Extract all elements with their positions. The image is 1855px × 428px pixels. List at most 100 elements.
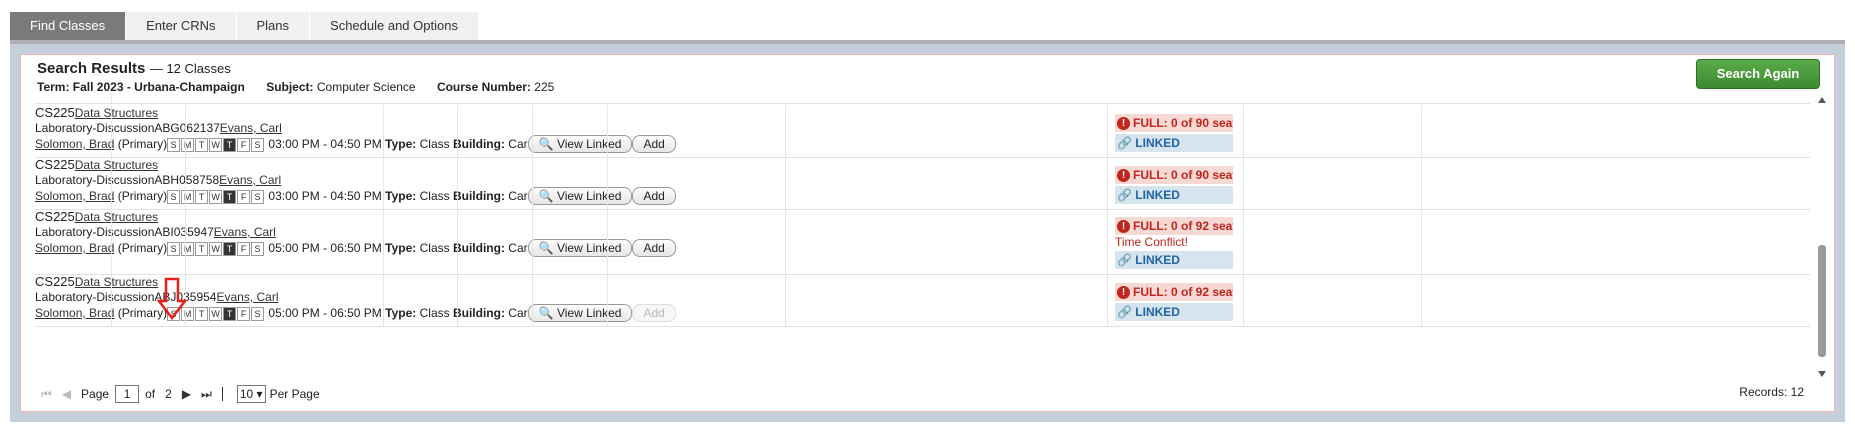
subject-cell: CS bbox=[35, 157, 54, 172]
instructor-link[interactable]: Solomon, Brad bbox=[35, 189, 114, 203]
day-box: T bbox=[223, 241, 237, 256]
results-table: CS225Data Structures Laboratory-Discussio… bbox=[35, 93, 1810, 379]
instructor-link[interactable]: Solomon, Brad bbox=[35, 306, 114, 320]
instructor-link[interactable]: Solomon, Brad bbox=[35, 241, 114, 255]
meeting-time: 03:00 PM - 04:50 PM bbox=[268, 137, 382, 151]
primary-label: (Primary) bbox=[117, 137, 168, 151]
full-status: !FULL: 0 of 90 seats... bbox=[1115, 114, 1233, 132]
add-button[interactable]: Add bbox=[632, 304, 676, 322]
building-value: Car bbox=[508, 137, 528, 151]
day-box: S bbox=[251, 241, 265, 256]
table-row: CS225Data Structures Laboratory-Discussio… bbox=[35, 209, 1810, 275]
search-again-button[interactable]: Search Again bbox=[1696, 59, 1820, 89]
linked-badge[interactable]: 🔗 LINKED bbox=[1115, 186, 1233, 204]
day-box: S bbox=[167, 241, 181, 256]
course-title-link[interactable]: Data Structures bbox=[75, 158, 158, 172]
building-value: Car bbox=[508, 306, 528, 320]
view-linked-button[interactable]: 🔍 View Linked bbox=[527, 135, 633, 153]
page-label: Page bbox=[81, 387, 110, 401]
day-box: T bbox=[195, 137, 209, 152]
day-box: S bbox=[251, 137, 265, 152]
instructor-link[interactable]: Evans, Carl bbox=[214, 225, 276, 239]
per-page-select[interactable]: 10 ▾ bbox=[236, 385, 266, 403]
schedule-type: Laboratory-Discussion bbox=[35, 121, 155, 135]
results-container: Search Results — 12 Classes Term: Fall 2… bbox=[20, 54, 1835, 412]
link-icon: 🔗 bbox=[1117, 253, 1132, 267]
table-row: CS225Data Structures Laboratory-Discussio… bbox=[35, 105, 1810, 158]
linked-badge[interactable]: 🔗 LINKED bbox=[1115, 251, 1233, 269]
day-box: M bbox=[181, 241, 195, 256]
view-linked-button[interactable]: 🔍 View Linked bbox=[527, 304, 633, 322]
course-title-link[interactable]: Data Structures bbox=[75, 275, 158, 289]
course-title-link[interactable]: Data Structures bbox=[75, 210, 158, 224]
day-box: S bbox=[251, 189, 265, 204]
instructor-link[interactable]: Solomon, Brad bbox=[35, 137, 114, 151]
tab-bar: Find Classes Enter CRNs Plans Schedule a… bbox=[10, 12, 479, 40]
view-linked-button[interactable]: 🔍 View Linked bbox=[527, 187, 633, 205]
meeting-times-cell: SMTWTFS 05:00 PM - 06:50 PM Type: Class … bbox=[167, 306, 528, 321]
building-label: Building: bbox=[452, 241, 505, 255]
link-icon: 🔗 bbox=[1117, 136, 1132, 150]
schedule-type: Laboratory-Discussion bbox=[35, 225, 155, 239]
day-box: F bbox=[237, 241, 251, 256]
course-number-label: Course Number: bbox=[436, 80, 531, 94]
search-header: Search Results — 12 Classes Term: Fall 2… bbox=[37, 60, 554, 94]
add-button[interactable]: Add bbox=[632, 187, 676, 205]
building-value: Car bbox=[508, 241, 528, 255]
day-box: S bbox=[167, 189, 181, 204]
first-page-icon[interactable]: ⏮ bbox=[41, 387, 52, 402]
full-status: !FULL: 0 of 92 seats... bbox=[1115, 217, 1233, 235]
exclamation-icon: ! bbox=[1117, 220, 1130, 234]
day-box: S bbox=[251, 306, 265, 321]
day-box: T bbox=[195, 189, 209, 204]
tab-enter-crns[interactable]: Enter CRNs bbox=[126, 12, 236, 40]
course-title-link[interactable]: Data Structures bbox=[75, 106, 158, 120]
view-linked-button[interactable]: 🔍 View Linked bbox=[527, 239, 633, 257]
meeting-times-cell: SMTWTFS 03:00 PM - 04:50 PM Type: Class … bbox=[167, 137, 528, 152]
linked-badge[interactable]: 🔗 LINKED bbox=[1115, 134, 1233, 152]
crn-cell: 35954 bbox=[183, 290, 217, 304]
day-box: T bbox=[223, 306, 237, 321]
instructor-link[interactable]: Evans, Carl bbox=[220, 121, 282, 135]
course-number-value: 225 bbox=[534, 80, 555, 94]
meeting-days: SMTWTFS bbox=[167, 241, 265, 256]
day-box: W bbox=[209, 137, 223, 152]
tab-plans[interactable]: Plans bbox=[236, 12, 310, 40]
type-value: Class bbox=[419, 137, 450, 151]
type-label: Type: bbox=[385, 306, 417, 320]
instructor-link[interactable]: Evans, Carl bbox=[216, 290, 278, 304]
type-value: Class bbox=[419, 306, 450, 320]
page-number-input[interactable]: 1 bbox=[115, 385, 140, 403]
link-icon: 🔗 bbox=[1117, 305, 1132, 319]
table-row: CS225Data Structures Laboratory-Discussio… bbox=[35, 157, 1810, 210]
last-page-icon[interactable]: ⏭ bbox=[201, 387, 212, 402]
pager-divider bbox=[221, 387, 223, 401]
course-cell: 225 bbox=[53, 157, 75, 172]
primary-label: (Primary) bbox=[117, 241, 168, 255]
per-page-label: Per Page bbox=[269, 387, 320, 401]
building-label: Building: bbox=[452, 306, 505, 320]
tab-find-classes[interactable]: Find Classes bbox=[10, 12, 126, 40]
type-label: Type: bbox=[385, 241, 417, 255]
section-cell: ABH bbox=[154, 173, 180, 187]
type-label: Type: bbox=[385, 137, 417, 151]
results-count: — 12 Classes bbox=[149, 61, 231, 76]
vertical-scrollbar[interactable] bbox=[1816, 95, 1828, 379]
course-cell: 225 bbox=[53, 105, 75, 120]
add-button[interactable]: Add bbox=[632, 239, 676, 257]
table-row: CS225Data Structures Laboratory-Discussio… bbox=[35, 274, 1810, 327]
type-value: Class bbox=[419, 189, 450, 203]
building-value: Car bbox=[508, 189, 528, 203]
tab-schedule-options[interactable]: Schedule and Options bbox=[310, 12, 478, 40]
linked-badge[interactable]: 🔗 LINKED bbox=[1115, 303, 1233, 321]
day-box: T bbox=[223, 189, 237, 204]
instructor-link[interactable]: Evans, Carl bbox=[219, 173, 281, 187]
subject-label: Subject: bbox=[266, 80, 314, 94]
prev-page-icon[interactable]: ◀ bbox=[62, 387, 71, 401]
primary-label: (Primary) bbox=[117, 189, 168, 203]
next-page-icon[interactable]: ▶ bbox=[182, 387, 191, 401]
results-panel: Search Results — 12 Classes Term: Fall 2… bbox=[10, 44, 1845, 422]
crn-cell: 58758 bbox=[185, 173, 220, 187]
add-button[interactable]: Add bbox=[632, 135, 676, 153]
scroll-down-icon bbox=[1818, 371, 1826, 377]
